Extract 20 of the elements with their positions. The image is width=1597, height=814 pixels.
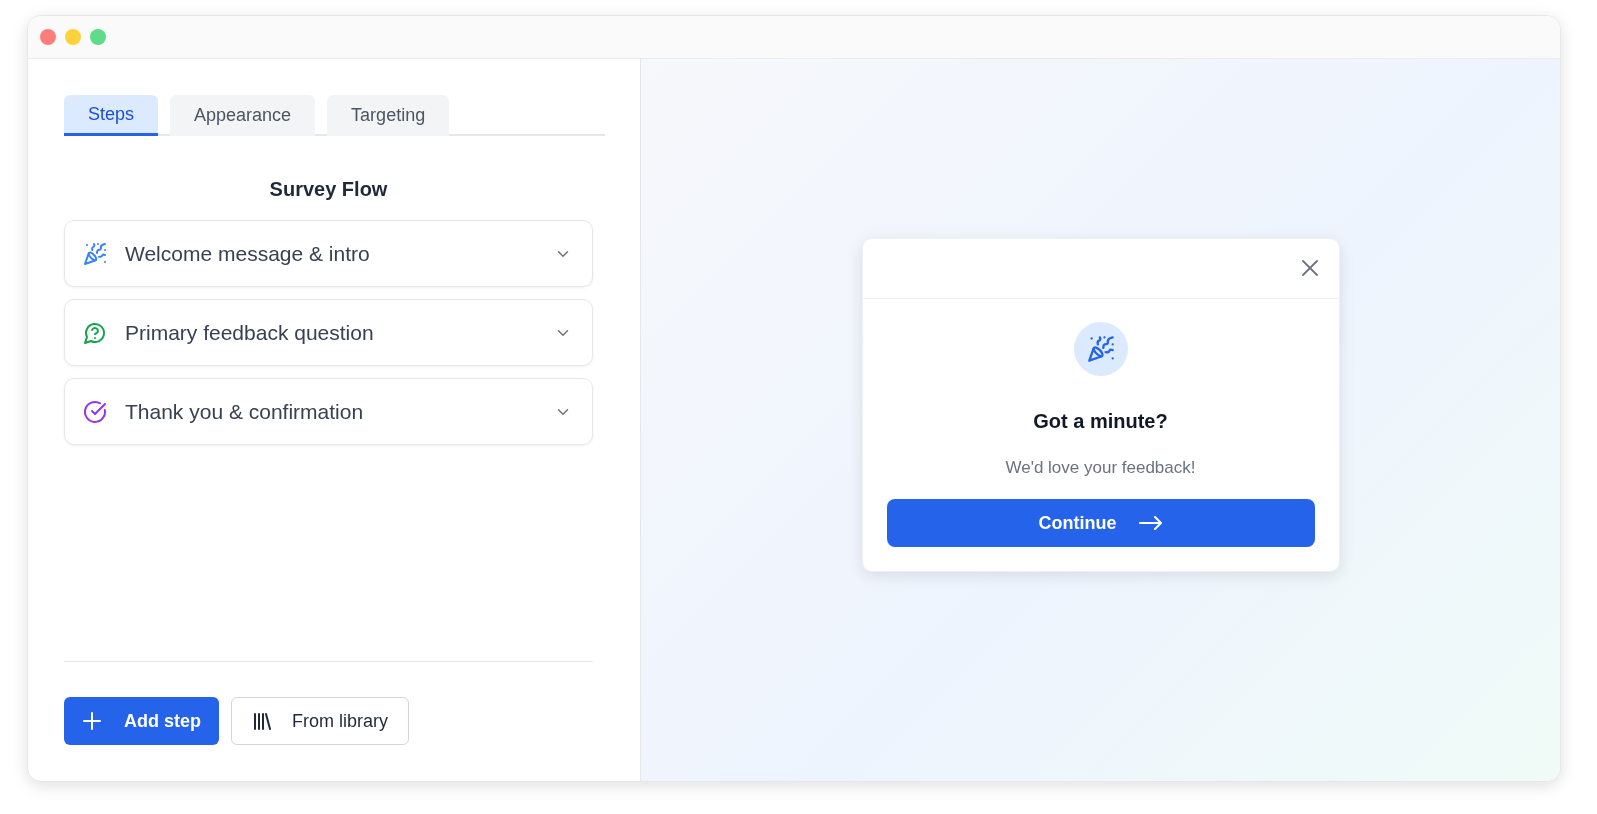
close-window-button[interactable] — [40, 29, 56, 45]
library-button[interactable]: From library — [231, 697, 410, 745]
step-card[interactable]: Thank you & confirmation — [64, 378, 593, 445]
tab[interactable]: Targeting — [327, 95, 450, 136]
add-step-button[interactable]: Add step — [64, 697, 219, 745]
continue-button[interactable]: Continue — [886, 499, 1315, 548]
library-icon — [252, 711, 272, 731]
tab[interactable]: Appearance — [170, 95, 316, 136]
popup-subtitle: We'd love your feedback! — [1005, 456, 1196, 479]
step-title: Thank you & confirmation — [125, 398, 365, 425]
section-title: Survey Flow — [268, 177, 389, 202]
step-card[interactable]: Welcome message & intro — [64, 220, 593, 287]
plus-icon — [82, 711, 102, 731]
step-card[interactable]: Primary feedback question — [64, 299, 593, 366]
step-title: Primary feedback question — [125, 319, 375, 346]
step-title: Welcome message & intro — [125, 240, 371, 267]
tab[interactable]: Steps — [64, 95, 159, 136]
close-icon[interactable] — [1300, 259, 1319, 278]
arrow-right-icon — [1138, 516, 1163, 531]
popup-title: Got a minute? — [1033, 408, 1168, 434]
